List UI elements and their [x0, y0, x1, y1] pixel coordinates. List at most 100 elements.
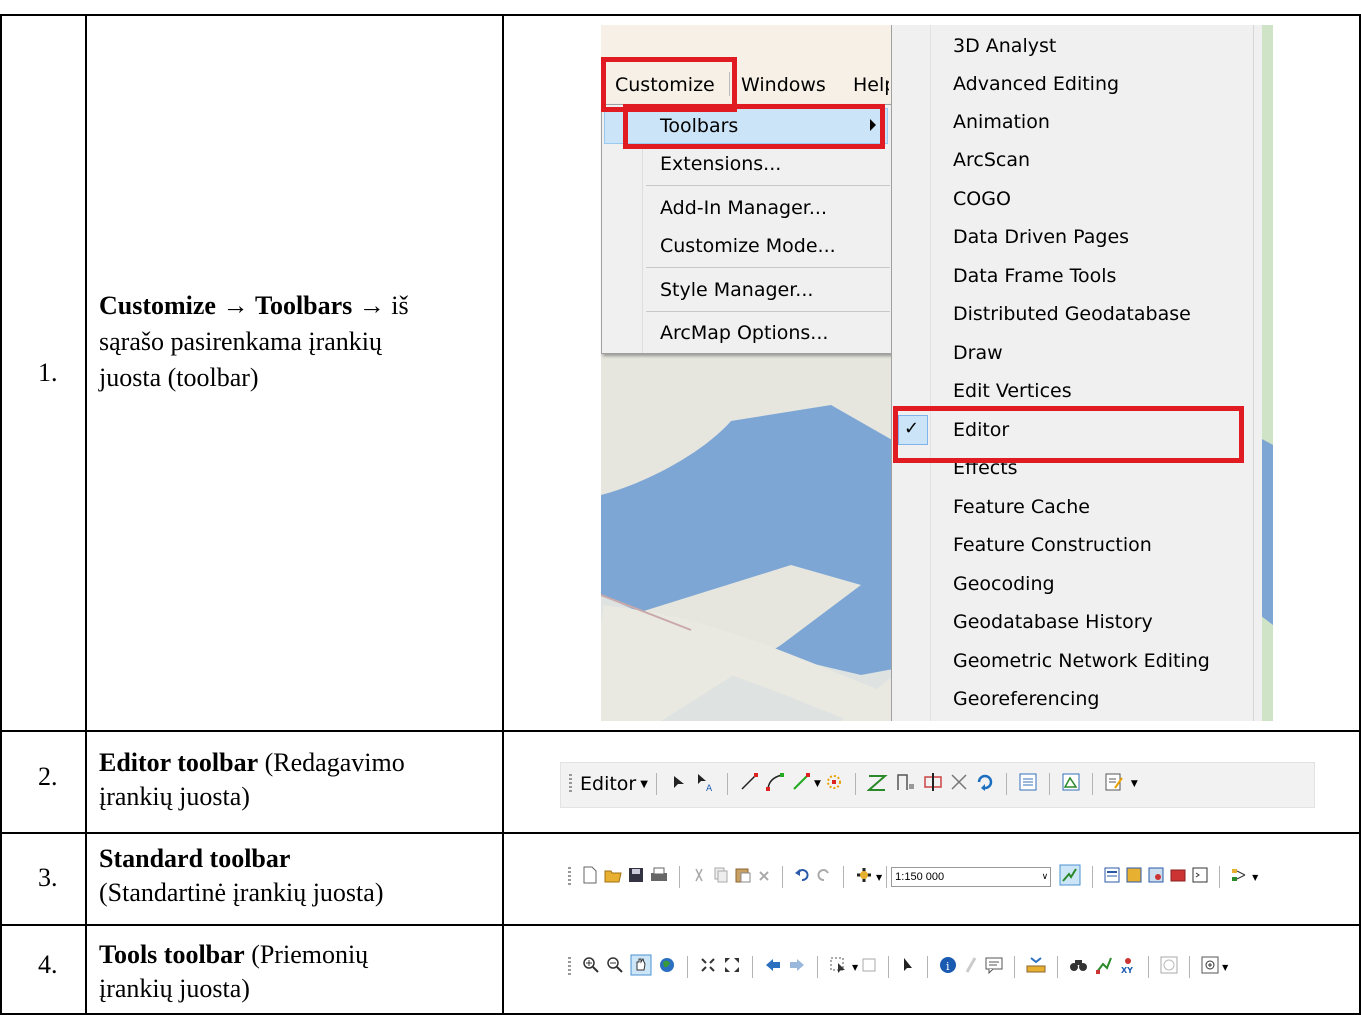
- measure-icon[interactable]: [1026, 956, 1046, 978]
- toolbar-item-data-frame-tools[interactable]: Data Frame Tools: [953, 265, 1116, 287]
- toolbar-item-geocoding[interactable]: Geocoding: [953, 573, 1055, 595]
- toolbar-item-animation[interactable]: Animation: [953, 111, 1050, 133]
- trace-tool-icon[interactable]: [791, 772, 811, 796]
- clear-selection-icon[interactable]: [861, 957, 877, 977]
- arctoolbox-icon[interactable]: [1170, 867, 1186, 887]
- edit-vertices-icon[interactable]: [866, 772, 889, 796]
- zoom-in-icon[interactable]: [582, 956, 600, 978]
- toolbar-separator: [843, 866, 844, 888]
- toolbar-item-data-driven-pages[interactable]: Data Driven Pages: [953, 226, 1129, 248]
- select-elements-icon[interactable]: [900, 956, 916, 978]
- toolbar-item-distributed-geodatabase[interactable]: Distributed Geodatabase: [953, 303, 1191, 325]
- full-extent-icon[interactable]: [658, 956, 676, 978]
- identify-icon[interactable]: i: [939, 956, 957, 978]
- toolbar-item-feature-construction[interactable]: Feature Construction: [953, 534, 1152, 556]
- rotate-tool-icon[interactable]: [975, 772, 995, 796]
- copy-icon[interactable]: [713, 867, 729, 887]
- print-icon[interactable]: [650, 867, 668, 887]
- menu-item-arcmap-options[interactable]: ArcMap Options...: [660, 322, 828, 344]
- fixed-zoom-out-icon[interactable]: [723, 956, 741, 978]
- toolbar-item-draw[interactable]: Draw: [953, 342, 1003, 364]
- delete-icon[interactable]: [757, 868, 771, 887]
- go-forward-icon[interactable]: [788, 957, 806, 977]
- redo-icon[interactable]: [816, 867, 832, 887]
- save-icon[interactable]: [628, 867, 644, 887]
- toolbar-grip[interactable]: [568, 867, 571, 887]
- split-tool-icon[interactable]: [949, 772, 969, 796]
- menu-item-extensions[interactable]: Extensions...: [660, 153, 781, 175]
- toolbar-separator: [679, 866, 680, 888]
- cut-polygons-icon[interactable]: [923, 772, 943, 796]
- toolbar-item-geometric-network-editing[interactable]: Geometric Network Editing: [953, 650, 1210, 672]
- pan-icon[interactable]: [630, 954, 652, 980]
- menu-item-addin-manager[interactable]: Add-In Manager...: [660, 197, 827, 219]
- menu-help[interactable]: Help: [853, 74, 889, 96]
- menu-windows[interactable]: Windows: [741, 74, 826, 96]
- toolbar-item-feature-cache[interactable]: Feature Cache: [953, 496, 1090, 518]
- undo-icon[interactable]: [794, 867, 810, 887]
- tools-toolbar-row: ▼ i XY ▼: [568, 954, 1228, 980]
- model-builder-icon[interactable]: [1231, 867, 1249, 887]
- sketch-properties-icon[interactable]: [1061, 772, 1081, 796]
- create-features-icon[interactable]: [1104, 772, 1124, 796]
- toolbar-item-edit-vertices[interactable]: Edit Vertices: [953, 380, 1072, 402]
- svg-text:i: i: [946, 960, 950, 973]
- toolbar-separator: [817, 956, 818, 978]
- desc-bold: Standard toolbar: [99, 844, 291, 873]
- create-viewer-window-icon[interactable]: [1201, 956, 1219, 978]
- find-icon[interactable]: [1069, 956, 1089, 978]
- editor-toolbar-toggle-icon[interactable]: [1059, 864, 1081, 890]
- toolbar-options-icon[interactable]: ▼: [1131, 779, 1138, 789]
- row-number-2: 2.: [38, 762, 58, 791]
- find-route-icon[interactable]: [1095, 956, 1113, 978]
- toolbar-item-arcscan[interactable]: ArcScan: [953, 149, 1030, 171]
- attributes-icon[interactable]: [1018, 772, 1038, 796]
- go-back-icon[interactable]: [764, 957, 782, 977]
- straight-segment-icon[interactable]: [739, 772, 759, 796]
- toolbar-item-geodatabase-history[interactable]: Geodatabase History: [953, 611, 1153, 633]
- cut-icon[interactable]: [691, 867, 707, 887]
- edit-annotation-tool-icon[interactable]: A: [694, 772, 716, 796]
- select-features-icon[interactable]: [829, 956, 849, 978]
- toolbar-item-georeferencing[interactable]: Georeferencing: [953, 688, 1099, 710]
- table-of-contents-icon[interactable]: [1104, 867, 1120, 887]
- menu-item-customize-mode[interactable]: Customize Mode...: [660, 235, 836, 257]
- python-window-icon[interactable]: [1192, 867, 1208, 887]
- endpoint-arc-icon[interactable]: [765, 772, 785, 796]
- toolbar-grip[interactable]: [568, 957, 571, 977]
- open-icon[interactable]: [604, 866, 622, 888]
- search-window-icon[interactable]: [1148, 867, 1164, 887]
- toolbar-item-advanced-editing[interactable]: Advanced Editing: [953, 73, 1119, 95]
- hyperlink-icon[interactable]: [963, 956, 979, 978]
- desc-arrow: →: [352, 291, 392, 320]
- row-number-1: 1.: [38, 358, 58, 387]
- dropdown-arrow-icon[interactable]: ▼: [814, 779, 821, 789]
- zoom-out-icon[interactable]: [606, 956, 624, 978]
- fixed-zoom-in-icon[interactable]: [699, 956, 717, 978]
- add-data-icon[interactable]: [855, 866, 873, 888]
- toolbar-separator: [854, 773, 856, 795]
- toolbar-grip[interactable]: [569, 774, 572, 794]
- map-scale-combobox[interactable]: 1:150 000 ∨: [891, 867, 1052, 887]
- point-tool-icon[interactable]: [824, 772, 844, 796]
- reshape-feature-icon[interactable]: [895, 772, 917, 796]
- dropdown-arrow-icon[interactable]: ▼: [852, 963, 858, 972]
- toolbar-options-icon[interactable]: ▼: [1252, 873, 1258, 882]
- table-border-row3: [0, 924, 1361, 926]
- toolbar-options-icon[interactable]: ▼: [1222, 963, 1228, 972]
- toolbar-item-cogo[interactable]: COGO: [953, 188, 1011, 210]
- time-slider-icon[interactable]: [1160, 956, 1178, 978]
- edit-tool-icon[interactable]: [668, 772, 688, 796]
- html-popup-icon[interactable]: [985, 956, 1003, 978]
- row-number-3: 3.: [38, 863, 58, 892]
- menu-item-style-manager[interactable]: Style Manager...: [660, 279, 813, 301]
- editor-menu-label[interactable]: Editor: [580, 773, 636, 795]
- chevron-down-icon[interactable]: ∨: [1042, 868, 1049, 886]
- catalog-icon[interactable]: [1126, 867, 1142, 887]
- toolbar-item-3d-analyst[interactable]: 3D Analyst: [953, 35, 1056, 57]
- dropdown-arrow-icon[interactable]: ▼: [640, 779, 648, 790]
- new-document-icon[interactable]: [582, 866, 598, 888]
- dropdown-arrow-icon[interactable]: ▼: [876, 873, 882, 882]
- paste-icon[interactable]: [735, 867, 751, 887]
- go-to-xy-icon[interactable]: XY: [1119, 956, 1137, 978]
